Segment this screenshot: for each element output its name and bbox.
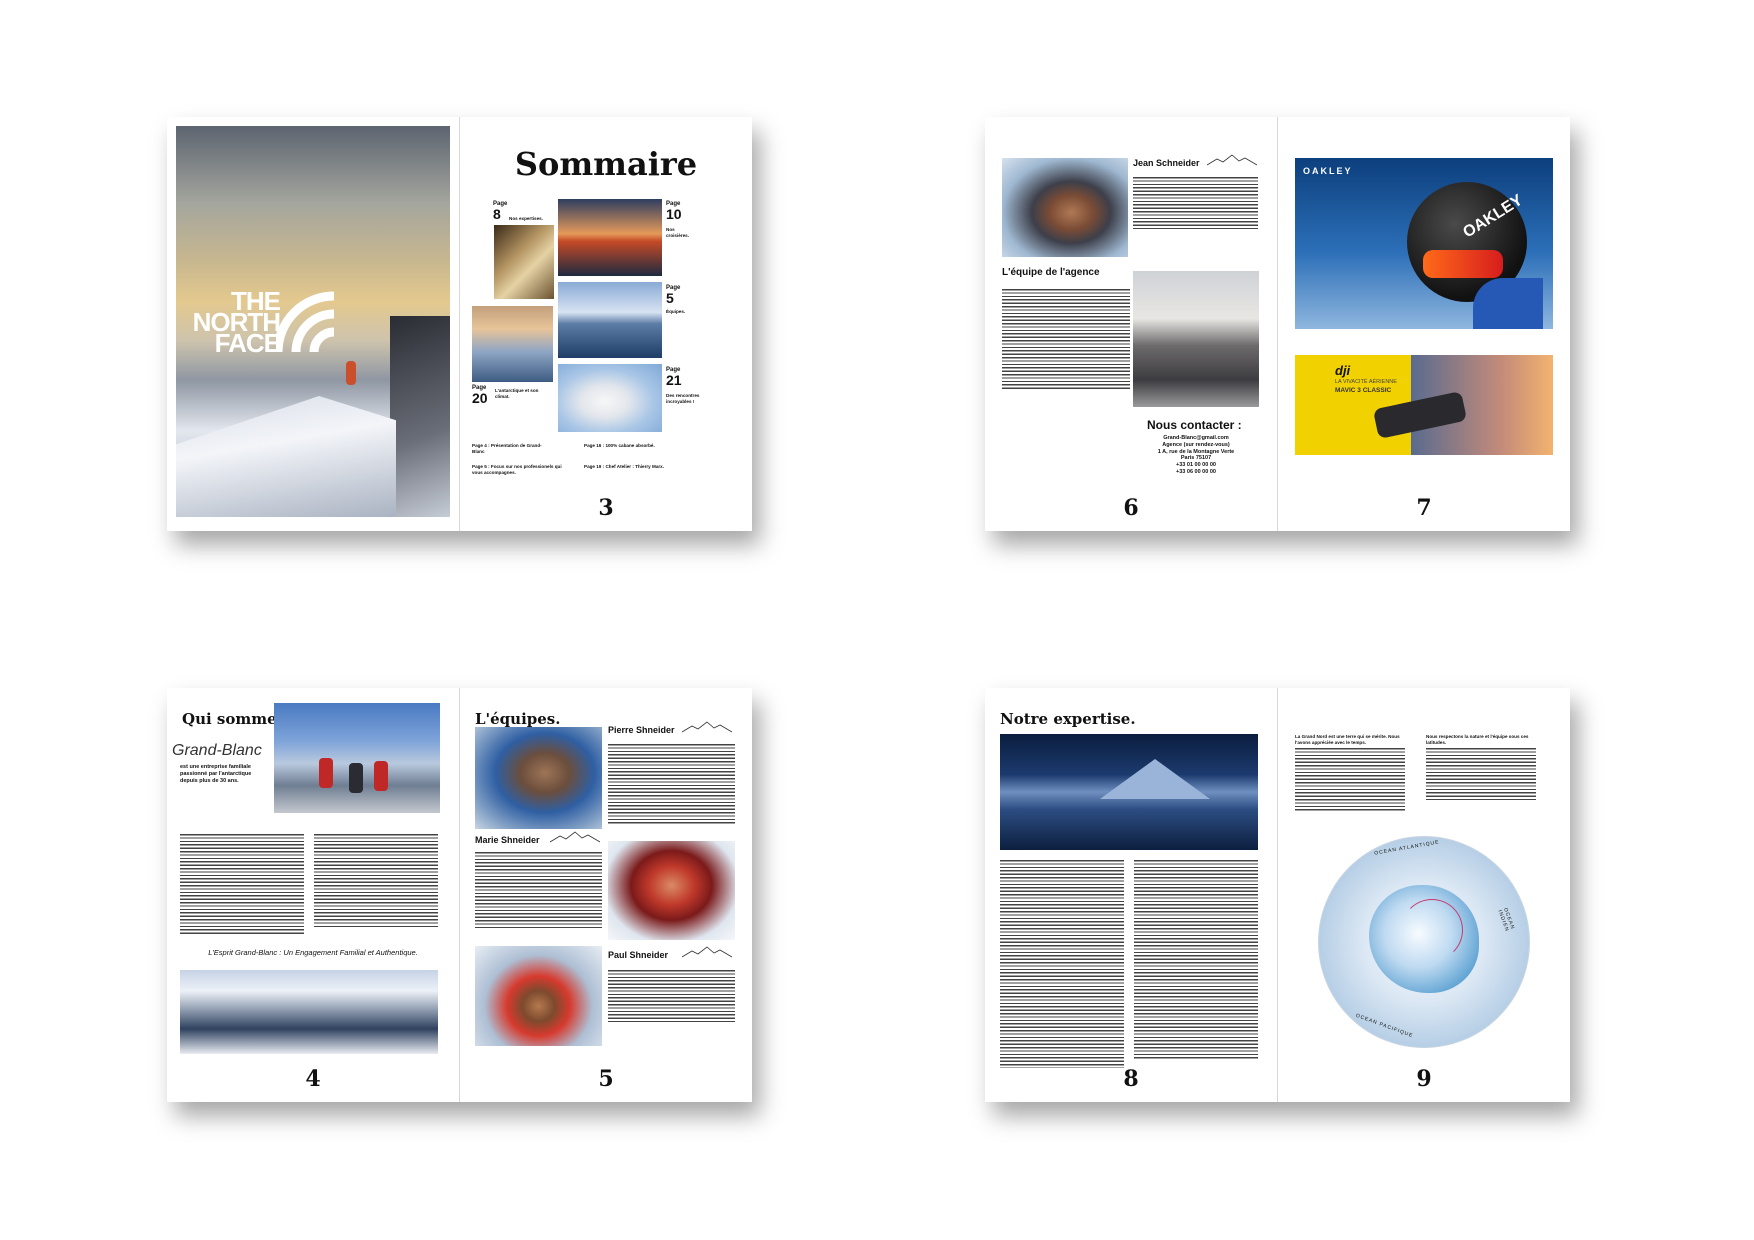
- cover-photo: THE NORTH FACE: [176, 126, 450, 517]
- map-label-atlantic: OCEAN ATLANTIQUE: [1373, 839, 1440, 857]
- oakley-brand: OAKLEY: [1303, 166, 1353, 176]
- toc-entry-8[interactable]: Page 8: [493, 201, 507, 221]
- photo-jean-portrait: [1002, 158, 1128, 257]
- expertise-title: Notre expertise.: [1000, 710, 1136, 728]
- team-title: L'équipes.: [475, 710, 561, 728]
- page-7: OAKLEY OAKLEY dji LA VIVACITÉ AÉRIENNE M…: [1278, 117, 1570, 531]
- contact-heading: Nous contacter :: [1147, 418, 1242, 432]
- toc-link-3[interactable]: Page 16 : 100% cabane absorbé.: [584, 443, 684, 449]
- north-face-logo-arc: [276, 291, 335, 353]
- name-paul: Paul Shneider: [608, 950, 669, 960]
- photo-iceberg: [472, 306, 553, 382]
- photo-antarctic-bay: [180, 970, 438, 1054]
- page-number-5: 5: [598, 1066, 614, 1092]
- contact-phone-1[interactable]: +33 01 00 00 00: [1133, 462, 1259, 469]
- toc-caption-5: Équipes.: [666, 309, 686, 314]
- page-number-3: 3: [598, 495, 614, 521]
- page-9: La Grand Nord est une terre qui se mérit…: [1278, 688, 1570, 1102]
- spread-about-team: Qui somme nous ? Grand-Blanc est une ent…: [167, 688, 752, 1102]
- map-label-indian: OCEAN INDIEN: [1496, 907, 1516, 933]
- expertise-text-col2: [1134, 860, 1258, 1060]
- spread-cover-sommaire: THE NORTH FACE Sommaire Page 8 Nos exper…: [167, 117, 752, 531]
- team-text: [1002, 289, 1130, 389]
- spread-expertise: Notre expertise. 8 La Grand Nord est une…: [985, 688, 1570, 1102]
- about-intro: est une entreprise familiale passionné p…: [180, 764, 252, 784]
- mountain-icon: [1207, 154, 1257, 166]
- photo-paul: [475, 946, 602, 1046]
- antarctica-map: OCEAN ATLANTIQUE OCEAN PACIFIQUE OCEAN I…: [1318, 836, 1530, 1048]
- toc-caption-8: Nos expertises.: [509, 216, 543, 221]
- team-heading: L'équipe de l'agence: [1002, 267, 1100, 278]
- toc-caption-10: Nos croisières.: [666, 227, 689, 238]
- jean-bio-text: [1133, 177, 1258, 229]
- photo-blue-mountain: [1000, 734, 1258, 850]
- ad-oakley: OAKLEY OAKLEY: [1295, 158, 1553, 329]
- page9-intro-left: La Grand Nord est une terre qui se mérit…: [1295, 734, 1400, 745]
- page-number-9: 9: [1416, 1066, 1432, 1092]
- name-marie: Marie Shneider: [475, 835, 540, 845]
- page-number-6: 6: [1123, 495, 1139, 521]
- tagline: L'Esprit Grand-Blanc : Un Engagement Fam…: [208, 948, 418, 957]
- page-4: Qui somme nous ? Grand-Blanc est une ent…: [167, 688, 460, 1102]
- name-pierre: Pierre Shneider: [608, 725, 675, 735]
- photo-sunset-kayak: [558, 199, 662, 276]
- contact-email[interactable]: Grand-Blanc@gmail.com: [1133, 435, 1259, 442]
- contact-block: Grand-Blanc@gmail.com Agence (sur rendez…: [1133, 435, 1259, 476]
- mountain-icon: [682, 946, 732, 958]
- photo-seal: [558, 364, 662, 432]
- expertise-text-col1: [1000, 860, 1124, 1068]
- page9-text-right: [1426, 748, 1536, 800]
- photo-crew-boat: [274, 703, 440, 813]
- photo-kayak-bay: [558, 282, 662, 358]
- page-8: Notre expertise. 8: [985, 688, 1278, 1102]
- page-number-4: 4: [305, 1066, 321, 1092]
- toc-entry-5[interactable]: Page 5: [666, 285, 680, 305]
- mountain-icon: [682, 721, 732, 733]
- page9-intro-right: Nous respectons la nature et l'équipe so…: [1426, 734, 1529, 745]
- about-text-col1: [180, 834, 304, 936]
- oakley-goggle: [1423, 250, 1503, 278]
- contact-phone-2[interactable]: +33 06 00 00 00: [1133, 469, 1259, 476]
- toc-caption-20: L'antarctique et son climat.: [495, 388, 539, 399]
- photo-antarctica-book: [494, 225, 554, 299]
- page-cover: THE NORTH FACE: [167, 117, 460, 531]
- paul-bio: [608, 970, 735, 1022]
- brand-grand-blanc: Grand-Blanc: [172, 742, 262, 759]
- pierre-bio: [608, 744, 735, 824]
- page-sommaire: Sommaire Page 8 Nos expertises. Page 10 …: [460, 117, 752, 531]
- page-5: L'équipes. Pierre Shneider Marie Shneide…: [460, 688, 752, 1102]
- name-jean: Jean Schneider: [1133, 158, 1200, 168]
- about-text-col2: [314, 834, 438, 928]
- ad-dji: dji LA VIVACITÉ AÉRIENNE MAVIC 3 CLASSIC: [1295, 355, 1553, 455]
- toc-link-2[interactable]: Page 5 : Focus sur nos professionels qui…: [472, 464, 567, 475]
- toc-link-1[interactable]: Page 4 : Présentation de Grand-Blanc: [472, 443, 542, 454]
- photo-marie: [608, 841, 735, 940]
- map-label-pacific: OCEAN PACIFIQUE: [1354, 1012, 1414, 1040]
- page-number-7: 7: [1416, 495, 1432, 521]
- mountain-icon: [550, 831, 600, 843]
- marie-bio: [475, 852, 602, 930]
- toc-entry-10[interactable]: Page 10: [666, 201, 682, 221]
- toc-link-4[interactable]: Page 19 : Chef Atelier : Thierry Marx.: [584, 464, 694, 470]
- sommaire-title: Sommaire: [514, 145, 698, 183]
- toc-caption-21: Des rencontres incroyables !: [666, 393, 700, 404]
- page-6: Jean Schneider L'équipe de l'agence Nous…: [985, 117, 1278, 531]
- dji-logo: dji: [1335, 363, 1351, 378]
- spread-contact-ads: Jean Schneider L'équipe de l'agence Nous…: [985, 117, 1570, 531]
- page-number-8: 8: [1123, 1066, 1139, 1092]
- toc-entry-21[interactable]: Page 21: [666, 367, 682, 387]
- toc-entry-20[interactable]: Page 20: [472, 385, 488, 405]
- photo-pierre: [475, 727, 602, 829]
- page9-text-left: [1295, 748, 1405, 812]
- photo-team-women: [1133, 271, 1259, 407]
- drone-image: [1372, 390, 1468, 440]
